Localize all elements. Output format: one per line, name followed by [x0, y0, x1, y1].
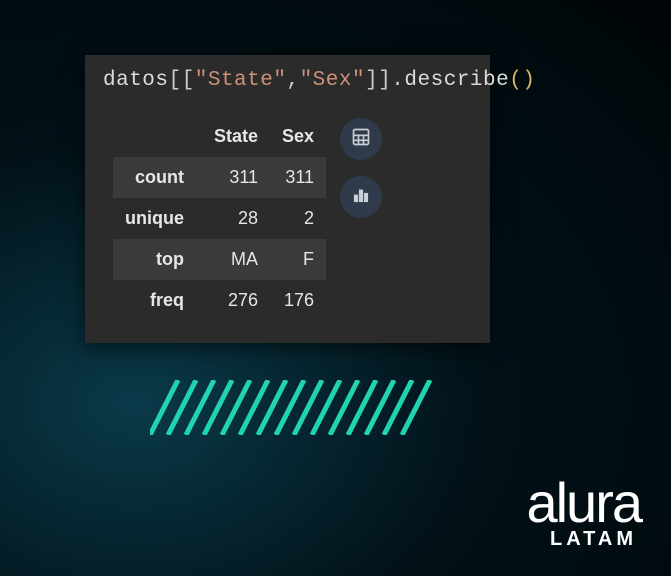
col-header-sex: Sex: [270, 116, 326, 157]
cell: 276: [202, 280, 270, 321]
chart-button[interactable]: [340, 176, 382, 218]
string-literal-1: "State": [195, 69, 287, 92]
cell: 2: [270, 198, 326, 239]
row-label: unique: [113, 198, 202, 239]
bracket-close-outer: ]: [378, 69, 391, 92]
method-name: describe: [404, 69, 509, 92]
cell: 311: [202, 157, 270, 198]
brand-logo: alura LATAM: [526, 478, 641, 548]
table-row: count 311 311: [113, 157, 326, 198]
cell: 176: [270, 280, 326, 321]
table-corner: [113, 116, 202, 157]
string-literal-2: "Sex": [300, 69, 366, 92]
calculator-icon: [351, 127, 371, 152]
row-label: top: [113, 239, 202, 280]
cell: F: [270, 239, 326, 280]
table-row: freq 276 176: [113, 280, 326, 321]
row-label: count: [113, 157, 202, 198]
decorative-hatch: [150, 380, 440, 435]
paren-close: ): [522, 69, 535, 92]
dot: .: [391, 69, 404, 92]
cell: 311: [270, 157, 326, 198]
code-line: datos[["State","Sex"]].describe(): [85, 55, 490, 110]
table-row: unique 28 2: [113, 198, 326, 239]
code-variable: datos: [103, 69, 169, 92]
comma: ,: [286, 69, 299, 92]
bracket-close-inner: ]: [365, 69, 378, 92]
row-label: freq: [113, 280, 202, 321]
bar-chart-icon: [351, 185, 371, 210]
paren-open: (: [509, 69, 522, 92]
cell: 28: [202, 198, 270, 239]
brand-name: alura: [526, 478, 641, 528]
table-row: top MA F: [113, 239, 326, 280]
table-header-row: State Sex: [113, 116, 326, 157]
code-output-panel: datos[["State","Sex"]].describe() State …: [85, 55, 490, 343]
col-header-state: State: [202, 116, 270, 157]
bracket-open-outer: [: [169, 69, 182, 92]
describe-table: State Sex count 311 311 unique 28 2 top …: [113, 116, 326, 321]
cell: MA: [202, 239, 270, 280]
calculator-button[interactable]: [340, 118, 382, 160]
bracket-open-inner: [: [182, 69, 195, 92]
